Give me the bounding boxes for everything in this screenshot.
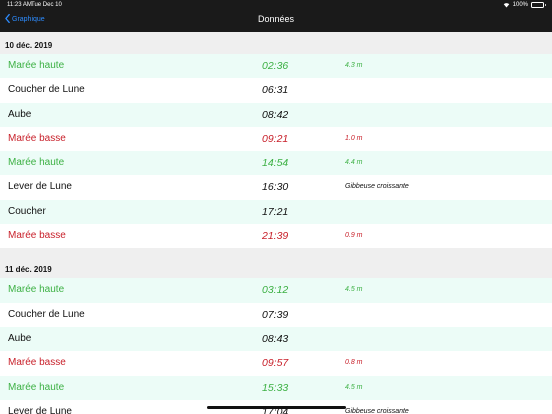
list-item[interactable]: Marée haute 02:36 4.3 m: [0, 54, 552, 79]
event-time: 09:57: [262, 357, 289, 370]
event-time: 03:12: [262, 284, 289, 297]
battery-icon: [531, 1, 546, 8]
list-item[interactable]: Marée basse 09:21 1.0 m: [0, 126, 552, 152]
event-name: Marée haute: [8, 157, 65, 169]
section-header: 11 déc. 2019: [0, 256, 552, 279]
home-indicator[interactable]: [207, 406, 346, 409]
status-date: Tue Dec 10: [31, 2, 62, 8]
status-time: 11:23 AM: [7, 2, 32, 8]
event-name: Aube: [8, 332, 32, 344]
navigation-bar: 11:23 AM Tue Dec 10 100% Graphique Donné…: [0, 0, 552, 32]
event-time: 14:54: [262, 157, 289, 170]
list-item[interactable]: Lever de Lune 16:30 Gibbeuse croissante: [0, 175, 552, 200]
event-detail: 0.9 m: [345, 232, 363, 240]
wifi-icon: [503, 2, 510, 8]
page-title: Données: [257, 14, 295, 24]
event-time: 08:43: [262, 332, 289, 345]
event-name: Marée haute: [8, 60, 65, 71]
event-detail: Gibbeuse croissante: [345, 183, 409, 191]
section-date: 10 déc. 2019: [5, 41, 53, 50]
event-name: Marée haute: [8, 284, 65, 296]
events-list[interactable]: 10 déc. 2019 Marée haute 02:36 4.3 m Coucher…: [0, 32, 552, 414]
list-item[interactable]: Marée basse 09:57 0.8 m: [0, 351, 552, 376]
event-time: 17:21: [262, 205, 289, 218]
battery-percent: 100%: [512, 1, 528, 8]
list-item[interactable]: Coucher de Lune 07:39: [0, 302, 552, 327]
event-detail: 4.5 m: [345, 286, 363, 294]
event-time: 21:39: [262, 230, 289, 243]
event-time: 16:30: [262, 181, 289, 194]
section-header: 10 déc. 2019: [0, 32, 552, 54]
list-item[interactable]: Aube 08:42: [0, 102, 552, 127]
event-name: Marée basse: [8, 132, 66, 144]
event-name: Coucher de Lune: [8, 308, 85, 320]
event-time: 15:33: [262, 381, 289, 394]
event-name: Marée basse: [8, 357, 66, 369]
event-name: Coucher: [8, 205, 46, 217]
list-item[interactable]: Coucher 17:21: [0, 199, 552, 225]
event-time: 07:39: [262, 308, 289, 321]
event-time: 06:31: [262, 84, 289, 97]
event-name: Coucher de Lune: [8, 84, 85, 96]
event-detail: Gibbeuse croissante: [345, 407, 409, 414]
list-item[interactable]: Coucher de Lune 06:31: [0, 78, 552, 103]
event-time: 02:36: [262, 60, 289, 72]
list-item[interactable]: Marée basse 21:39 0.9 m: [0, 224, 552, 249]
list-item[interactable]: Aube 08:43: [0, 326, 552, 352]
event-name: Lever de Lune: [8, 181, 72, 193]
status-right: 100%: [503, 1, 546, 8]
list-item[interactable]: Marée haute 14:54 4.4 m: [0, 151, 552, 176]
event-time: 08:42: [262, 108, 289, 121]
event-name: Lever de Lune: [8, 405, 72, 414]
list-item[interactable]: Marée haute 03:12 4.5 m: [0, 278, 552, 303]
event-detail: 4.4 m: [345, 159, 363, 167]
status-bar: 11:23 AM Tue Dec 10 100%: [0, 0, 552, 10]
event-name: Aube: [8, 108, 32, 120]
event-name: Marée basse: [8, 230, 66, 242]
section-date: 11 déc. 2019: [5, 265, 52, 275]
event-name: Marée haute: [8, 381, 65, 393]
section-spacer: [0, 248, 552, 257]
event-time: 09:21: [262, 132, 289, 145]
list-item[interactable]: Marée haute 15:33 4.5 m: [0, 375, 552, 400]
event-detail: 0.8 m: [345, 359, 363, 367]
event-detail: 4.5 m: [345, 383, 363, 391]
event-detail: 4.3 m: [345, 62, 363, 69]
event-detail: 1.0 m: [345, 134, 363, 142]
